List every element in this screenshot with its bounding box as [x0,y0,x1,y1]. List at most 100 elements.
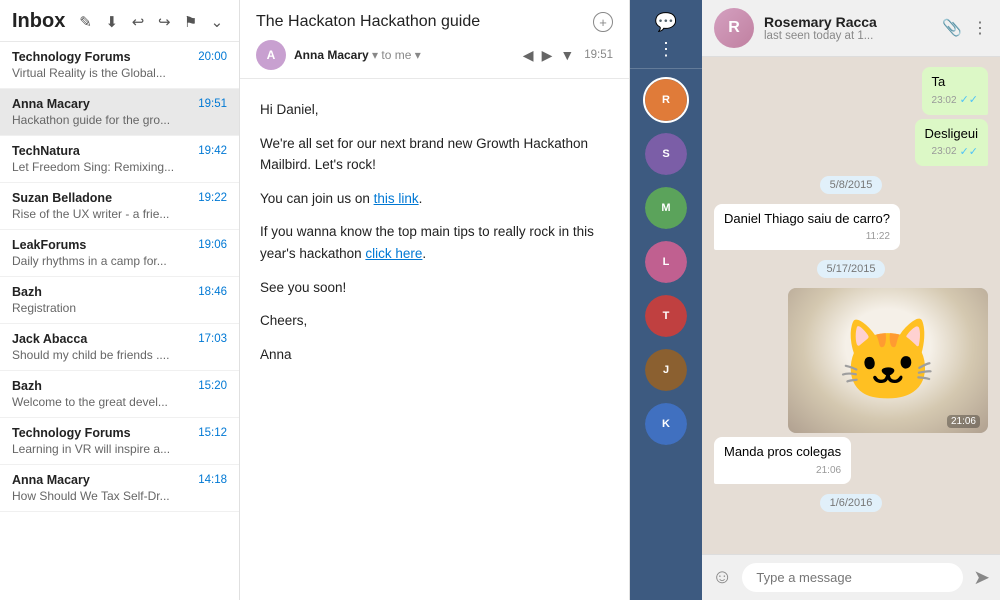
email-sender: Technology Forums [12,426,131,440]
date-separator: 1/6/2016 [820,494,883,512]
email-sender: Anna Macary [12,473,90,487]
email-timestamp: 19:22 [198,192,227,204]
send-button[interactable]: ➤ [973,565,990,590]
nav-arrows: ◀ ▶ ▼ [521,45,576,66]
email-subject-row: The Hackaton Hackathon guide + [256,12,613,32]
contact-avatar[interactable]: J [643,347,689,393]
read-receipt: ✓✓ [960,93,978,108]
contact-avatar[interactable]: M [643,185,689,231]
chat-more-icon[interactable]: ⋮ [972,18,988,38]
message-text: Manda pros colegas [724,443,841,461]
email-sign3: Anna [260,344,609,366]
more-email-button[interactable]: ▼ [558,45,576,65]
chat-messages: Ta 23:02 ✓✓ Desligeui 23:02 ✓✓ 5/8/2015 … [702,57,1000,554]
email-list-item[interactable]: LeakForums 19:06 Daily rhythms in a camp… [0,230,239,277]
email-list-item[interactable]: Suzan Belladone 19:22 Rise of the UX wri… [0,183,239,230]
email-list-item[interactable]: Technology Forums 20:00 Virtual Reality … [0,42,239,89]
chat-image: 21:06 [788,288,988,433]
email-para3-post: . [422,246,426,261]
email-preview: Welcome to the great devel... [12,395,227,409]
message-time: 23:02 ✓✓ [925,145,978,160]
message-time: 21:06 [724,464,841,478]
email-list-item[interactable]: Jack Abacca 17:03 Should my child be fri… [0,324,239,371]
undo-button[interactable]: ↩ [128,11,148,33]
email-preview: Rise of the UX writer - a frie... [12,207,227,221]
received-message: Manda pros colegas 21:06 [714,437,851,483]
inbox-header: Inbox ✎ ⬇ ↩ ↪ ⚑ ⌄ [0,0,239,42]
chat-panel: R Rosemary Racca last seen today at 1...… [702,0,1000,600]
add-tag-button[interactable]: + [593,12,613,32]
email-preview: Should my child be friends .... [12,348,227,362]
email-para2-pre: You can join us on [260,191,374,206]
email-preview: Let Freedom Sing: Remixing... [12,160,227,174]
email-preview: Daily rhythms in a camp for... [12,254,227,268]
contact-avatar[interactable]: T [643,293,689,339]
email-timestamp: 19:51 [198,98,227,110]
to-me-label: ▾ to me ▾ [372,48,421,62]
email-panel: The Hackaton Hackathon guide + A Anna Ma… [240,0,630,600]
flag-button[interactable]: ⚑ [180,11,200,33]
email-sender: TechNatura [12,144,80,158]
sidebar-more-icon[interactable]: ⋮ [657,39,675,60]
email-list: Technology Forums 20:00 Virtual Reality … [0,42,239,600]
email-list-item[interactable]: Anna Macary 19:51 Hackathon guide for th… [0,89,239,136]
email-preview: Virtual Reality is the Global... [12,66,227,80]
message-text: Ta [932,73,978,91]
email-timestamp: 17:03 [198,333,227,345]
message-text: Daniel Thiago saiu de carro? [724,210,890,228]
inbox-title: Inbox [12,10,65,33]
redo-button[interactable]: ↪ [154,11,174,33]
compose-button[interactable]: ✎ [75,11,95,33]
dropdown-button[interactable]: ⌄ [207,11,227,33]
email-list-item[interactable]: Anna Macary 14:18 How Should We Tax Self… [0,465,239,512]
prev-email-button[interactable]: ◀ [521,45,536,66]
email-list-item[interactable]: Bazh 18:46 Registration [0,277,239,324]
message-time: 23:02 ✓✓ [932,93,978,108]
email-timestamp: 18:46 [198,286,227,298]
email-sign2: Cheers, [260,310,609,332]
email-para3-pre: If you wanna know the top main tips to r… [260,224,594,261]
received-message: Daniel Thiago saiu de carro? 11:22 [714,204,900,250]
email-para3: If you wanna know the top main tips to r… [260,221,609,264]
sent-message: Desligeui 23:02 ✓✓ [915,119,988,167]
email-para1: We're all set for our next brand new Gro… [260,133,609,176]
message-text: Desligeui [925,125,978,143]
email-panel-header: The Hackaton Hackathon guide + A Anna Ma… [240,0,629,79]
email-list-item[interactable]: Bazh 15:20 Welcome to the great devel... [0,371,239,418]
read-receipt: ✓✓ [960,145,978,160]
paperclip-icon[interactable]: 📎 [942,18,962,38]
contact-avatar[interactable]: L [643,239,689,285]
contact-avatar[interactable]: S [643,131,689,177]
inbox-panel: Inbox ✎ ⬇ ↩ ↪ ⚑ ⌄ Technology Forums 20:0… [0,0,240,600]
email-subject: The Hackaton Hackathon guide [256,13,585,31]
next-email-button[interactable]: ▶ [540,45,555,66]
chat-bubble-icon[interactable]: 💬 [655,12,677,33]
email-para2-post: . [419,191,423,206]
email-sender: Technology Forums [12,50,131,64]
download-button[interactable]: ⬇ [102,11,122,33]
date-separator: 5/17/2015 [817,260,886,278]
email-preview: Hackathon guide for the gro... [12,113,227,127]
email-sign1: See you soon! [260,277,609,299]
message-input[interactable] [742,563,963,592]
sender-avatar: A [256,40,286,70]
image-time: 21:06 [947,415,980,428]
chat-header-avatar: R [714,8,754,48]
emoji-button[interactable]: ☺ [712,566,732,589]
email-sender: Suzan Belladone [12,191,112,205]
click-here-link[interactable]: click here [365,246,422,261]
email-time: 19:51 [584,49,613,61]
sender-name: Anna Macary [294,48,369,62]
email-list-item[interactable]: TechNatura 19:42 Let Freedom Sing: Remix… [0,136,239,183]
chat-contact-name: Rosemary Racca [764,14,932,30]
chat-header: R Rosemary Racca last seen today at 1...… [702,0,1000,57]
sidebar-top-icons: 💬 ⋮ [630,8,702,69]
email-list-item[interactable]: Technology Forums 15:12 Learning in VR w… [0,418,239,465]
email-greeting: Hi Daniel, [260,99,609,121]
chat-container: 💬 ⋮ RSMLTJK R Rosemary Racca last seen t… [630,0,1000,600]
email-preview: Registration [12,301,227,315]
this-link[interactable]: this link [374,191,419,206]
contact-avatar[interactable]: R [643,77,689,123]
contact-avatar[interactable]: K [643,401,689,447]
chat-header-info: Rosemary Racca last seen today at 1... [764,14,932,42]
